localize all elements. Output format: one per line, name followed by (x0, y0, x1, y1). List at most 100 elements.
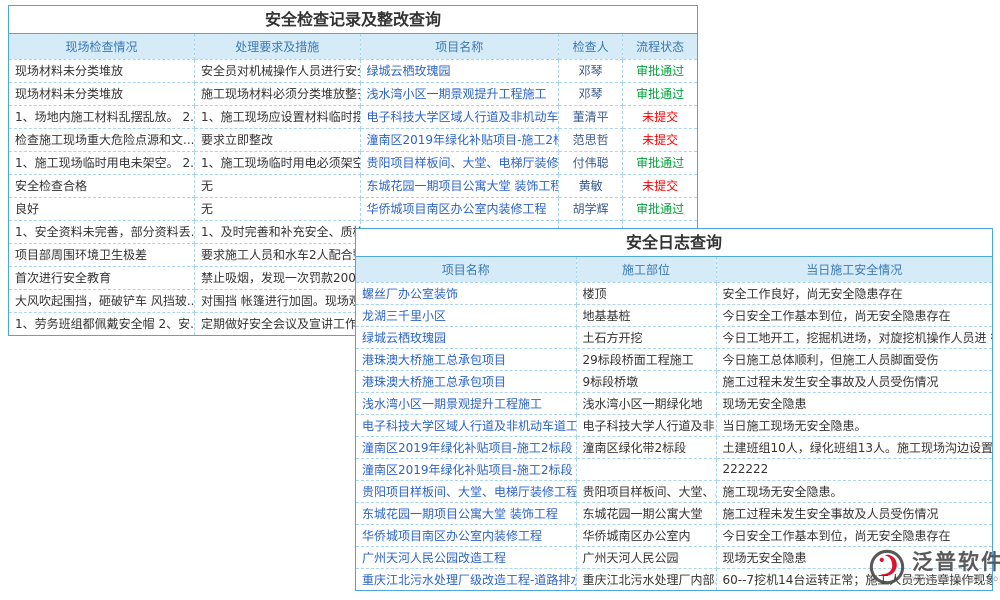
measures-cell: 无 (195, 174, 360, 197)
check-situation-cell: 良好 (9, 197, 195, 220)
project-link[interactable]: 贵阳项目样板间、大堂、电梯厅装修工程 (367, 156, 559, 170)
project-link[interactable]: 贵阳项目样板间、大堂、电梯厅装修工程 (362, 485, 576, 499)
project-link[interactable]: 东城花园一期项目公寓大堂 装饰工程 (367, 179, 559, 193)
project-cell: 浅水湾小区一期景观提升工程施工 (360, 82, 559, 105)
measures-cell: 安全员对机械操作人员进行安全... (195, 59, 360, 82)
project-link[interactable]: 螺丝厂办公室装饰 (362, 287, 458, 301)
safety-check-panel-title: 安全检查记录及整改查询 (9, 6, 697, 34)
check-situation-cell: 1、施工现场临时用电未架空。 2... (9, 151, 195, 174)
project-cell: 港珠澳大桥施工总承包项目 (356, 370, 576, 392)
construction-part-cell: 楼顶 (576, 282, 716, 304)
inspector-cell: 邓琴 (559, 82, 623, 105)
construction-part-cell: 土石方开挖 (576, 326, 716, 348)
inspector-cell: 范思哲 (559, 128, 623, 151)
project-link[interactable]: 港珠澳大桥施工总承包项目 (362, 375, 506, 389)
project-link[interactable]: 华侨城项目南区办公室内装修工程 (362, 529, 542, 543)
check-situation-cell: 大风吹起围挡，砸破铲车 风挡玻... (9, 289, 195, 312)
brand-url: www.fanpusoft.com (912, 574, 1000, 583)
project-link[interactable]: 浅水湾小区一期景观提升工程施工 (367, 87, 547, 101)
check-situation-cell: 项目部周围环境卫生极差 (9, 243, 195, 266)
column-header: 现场检查情况 (9, 34, 195, 59)
project-link[interactable]: 港珠澳大桥施工总承包项目 (362, 353, 506, 367)
check-situation-cell: 现场材料未分类堆放 (9, 82, 195, 105)
project-link[interactable]: 重庆江北污水处理厂级改造工程-道路排水 (362, 573, 576, 587)
construction-part-cell: 贵阳项目样板间、大堂、... (576, 480, 716, 502)
project-link[interactable]: 电子科技大学区域人行道及非机动车道工程 (367, 110, 559, 124)
check-situation-cell: 检查施工现场重大危险点源和文... (9, 128, 195, 151)
column-header: 项目名称 (360, 34, 559, 59)
table-row: 潼南区2019年绿化补贴项目-施工2标段 222222 (356, 458, 992, 480)
status-badge: 审批通过 (636, 156, 684, 170)
project-cell: 电子科技大学区域人行道及非机动车道工程 (356, 414, 576, 436)
brand-name: 泛普软件 (912, 551, 1000, 574)
status-badge: 未提交 (642, 133, 678, 147)
daily-safety-cell: 今日工地开工，挖掘机进场，对旋挖机操作人员进 行安全技术... (716, 326, 992, 348)
project-link[interactable]: 潼南区2019年绿化补贴项目-施工2标段 (367, 133, 559, 147)
status-badge: 未提交 (642, 179, 678, 193)
project-cell: 广州天河人民公园改造工程 (356, 546, 576, 568)
inspector-cell: 董清平 (559, 105, 623, 128)
project-cell: 华侨城项目南区办公室内装修工程 (360, 197, 559, 220)
status-badge: 审批通过 (636, 87, 684, 101)
table-row: 港珠澳大桥施工总承包项目 9标段桥墩施工过程未发生安全事故及人员受伤情况 (356, 370, 992, 392)
measures-cell: 定期做好安全会议及宣讲工作 (195, 312, 360, 335)
table-row: 华侨城项目南区办公室内装修工程华侨城南区办公室内今日安全工作基本到位，尚无安全隐… (356, 524, 992, 546)
project-link[interactable]: 龙湖三千里小区 (362, 309, 446, 323)
table-row: 浅水湾小区一期景观提升工程施工浅水湾小区一期绿化地现场无安全隐患 (356, 392, 992, 414)
watermark: 泛普软件 www.fanpusoft.com (868, 548, 1000, 586)
daily-safety-cell: 今日安全工作基本到位，尚无安全隐患存在 (716, 304, 992, 326)
daily-safety-cell: 今日安全工作基本到位，尚无安全隐患存在 (716, 524, 992, 546)
project-cell: 贵阳项目样板间、大堂、电梯厅装修工程 (360, 151, 559, 174)
measures-cell: 1、及时完善和补充安全、质检... (195, 220, 360, 243)
table-row: 良好无华侨城项目南区办公室内装修工程胡学辉审批通过 (9, 197, 697, 220)
project-link[interactable]: 东城花园一期项目公寓大堂 装饰工程 (362, 507, 558, 521)
table-row: 现场材料未分类堆放安全员对机械操作人员进行安全...绿城云栖玫瑰园邓琴审批通过 (9, 59, 697, 82)
project-link[interactable]: 潼南区2019年绿化补贴项目-施工2标段 (362, 463, 573, 477)
project-link[interactable]: 绿城云栖玫瑰园 (367, 64, 451, 78)
construction-part-cell: 潼南区绿化带2标段 (576, 436, 716, 458)
inspector-cell: 黄敏 (559, 174, 623, 197)
project-link[interactable]: 华侨城项目南区办公室内装修工程 (367, 202, 547, 216)
status-cell: 审批通过 (623, 197, 697, 220)
project-link[interactable]: 广州天河人民公园改造工程 (362, 551, 506, 565)
daily-safety-cell: 施工过程未发生安全事故及人员受伤情况 (716, 370, 992, 392)
safety-log-table: 项目名称施工部位当日施工安全情况 螺丝厂办公室装饰楼顶安全工作良好，尚无安全隐患… (356, 257, 992, 590)
project-cell: 重庆江北污水处理厂级改造工程-道路排水 (356, 568, 576, 590)
project-cell: 潼南区2019年绿化补贴项目-施工2标段 (360, 128, 559, 151)
column-header: 流程状态 (623, 34, 697, 59)
construction-part-cell: 浅水湾小区一期绿化地 (576, 392, 716, 414)
project-link[interactable]: 电子科技大学区域人行道及非机动车道工程 (362, 419, 576, 433)
table-row: 现场材料未分类堆放施工现场材料必须分类堆放整齐...浅水湾小区一期景观提升工程施… (9, 82, 697, 105)
measures-cell: 无 (195, 197, 360, 220)
watermark-text: 泛普软件 www.fanpusoft.com (912, 551, 1000, 583)
measures-cell: 1、施工现场应设置材料临时摆... (195, 105, 360, 128)
status-cell: 未提交 (623, 174, 697, 197)
column-header: 施工部位 (576, 257, 716, 282)
column-header: 处理要求及措施 (195, 34, 360, 59)
table-row: 检查施工现场重大危险点源和文...要求立即整改潼南区2019年绿化补贴项目-施工… (9, 128, 697, 151)
table-row: 电子科技大学区域人行道及非机动车道工程电子科技大学人行道及非...当日施工现场无… (356, 414, 992, 436)
project-link[interactable]: 潼南区2019年绿化补贴项目-施工2标段 (362, 441, 573, 455)
daily-safety-cell: 222222 (716, 458, 992, 480)
project-cell: 东城花园一期项目公寓大堂 装饰工程 (356, 502, 576, 524)
column-header: 检查人 (559, 34, 623, 59)
construction-part-cell: 东城花园一期公寓大堂 (576, 502, 716, 524)
measures-cell: 禁止吸烟，发现一次罚款2000... (195, 266, 360, 289)
project-link[interactable]: 绿城云栖玫瑰园 (362, 331, 446, 345)
construction-part-cell: 9标段桥墩 (576, 370, 716, 392)
construction-part-cell (576, 458, 716, 480)
check-situation-cell: 1、场地内施工材料乱摆乱放。 2... (9, 105, 195, 128)
status-badge: 审批通过 (636, 202, 684, 216)
inspector-cell: 邓琴 (559, 59, 623, 82)
project-link[interactable]: 浅水湾小区一期景观提升工程施工 (362, 397, 542, 411)
measures-cell: 要求施工人员和水车2人配合整... (195, 243, 360, 266)
daily-safety-cell: 土建班组10人，绿化班组13人。施工现场沟边设置警示标识，... (716, 436, 992, 458)
construction-part-cell: 地基基桩 (576, 304, 716, 326)
status-cell: 未提交 (623, 105, 697, 128)
project-cell: 潼南区2019年绿化补贴项目-施工2标段 (356, 458, 576, 480)
fanpu-logo-icon (868, 548, 906, 586)
table-row: 贵阳项目样板间、大堂、电梯厅装修工程贵阳项目样板间、大堂、...施工现场无安全隐… (356, 480, 992, 502)
table-row: 绿城云栖玫瑰园 土石方开挖今日工地开工，挖掘机进场，对旋挖机操作人员进 行安全技术… (356, 326, 992, 348)
project-cell: 东城花园一期项目公寓大堂 装饰工程 (360, 174, 559, 197)
table-row: 港珠澳大桥施工总承包项目29标段桥面工程施工今日施工总体顺利，但施工人员脚面受伤 (356, 348, 992, 370)
